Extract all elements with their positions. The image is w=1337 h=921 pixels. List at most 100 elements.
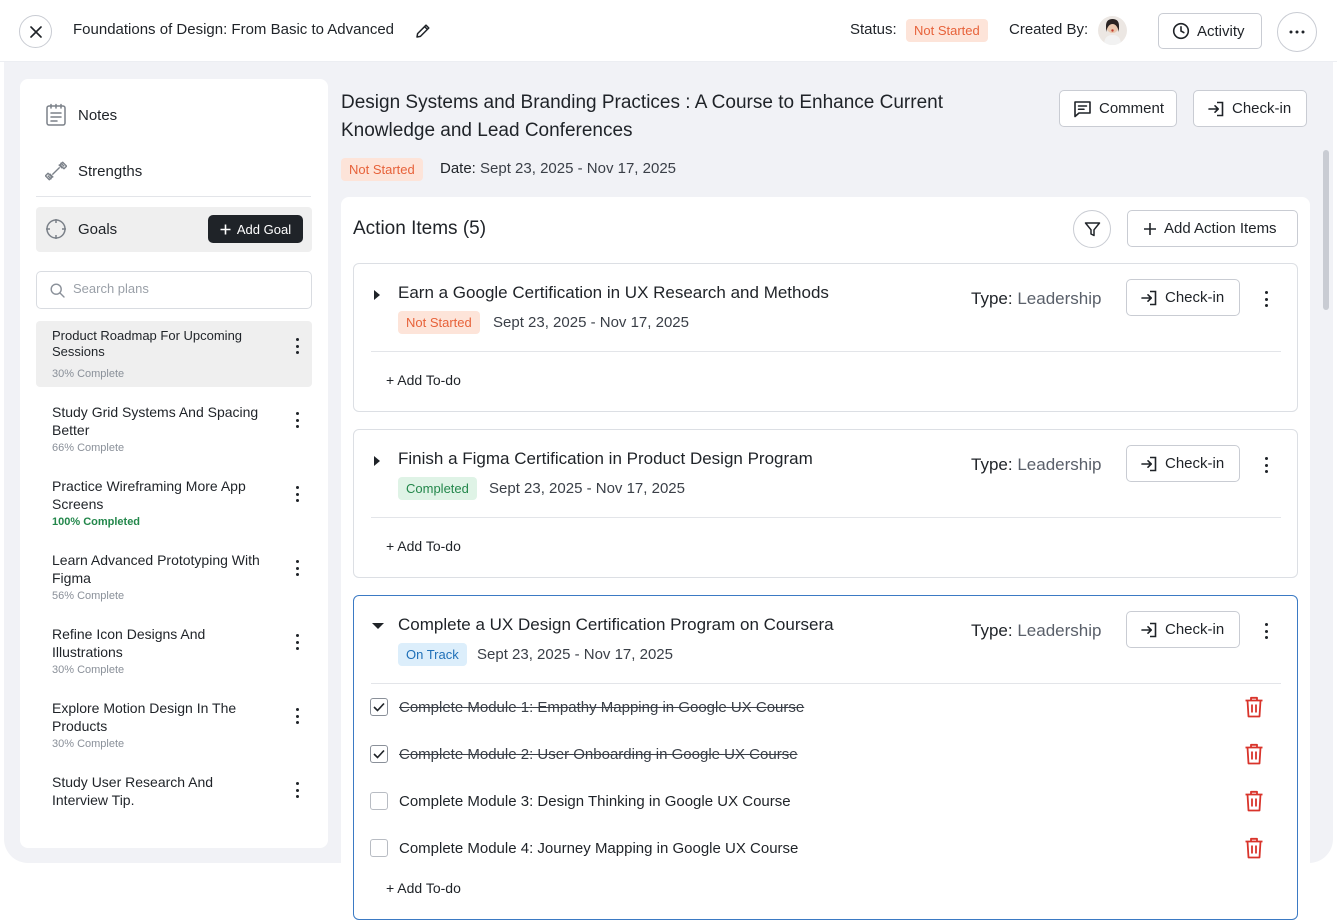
type-label: Type: [971,289,1013,308]
plan-item-title: Refine Icon Designs And Illustrations [52,626,206,660]
trash-icon[interactable] [1244,743,1264,765]
check-in-button[interactable]: Check-in [1126,279,1240,316]
caret-right-icon[interactable] [373,290,381,300]
pencil-icon[interactable] [414,22,432,40]
check-in-icon [1141,456,1157,471]
action-item-card: Earn a Google Certification in UX Resear… [353,263,1298,412]
add-todo-button[interactable]: + Add To-do [386,372,461,388]
action-item-title: Complete a UX Design Certification Progr… [398,615,834,634]
list-item-plan[interactable]: Study User Research And Interview Tip. [36,766,312,816]
check-in-icon [1141,622,1157,637]
sidebar-item-goals[interactable]: Goals Add Goal [36,207,312,252]
todo-checkbox[interactable] [370,745,388,763]
check-in-label: Check-in [1165,289,1225,306]
check-in-icon [1141,290,1157,305]
check-in-button[interactable]: Check-in [1126,611,1240,648]
more-options-button[interactable] [1277,12,1317,52]
caret-down-icon[interactable] [372,622,384,630]
check-in-label: Check-in [1165,455,1225,472]
check-in-button[interactable]: Check-in [1126,445,1240,482]
status-badge: Not Started [341,158,423,181]
plan-item-title: Product Roadmap For Upcoming Sessions [52,328,243,359]
divider [371,517,1281,518]
add-action-items-button[interactable]: Add Action Items [1127,210,1298,247]
kebab-menu-icon[interactable] [1262,623,1270,639]
target-icon [46,219,66,239]
kebab-menu-icon[interactable] [293,634,301,650]
plan-item-title: Learn Advanced Prototyping With Figma [52,552,260,586]
caret-right-icon[interactable] [373,456,381,466]
plan-item-progress: 56% Complete [52,590,125,602]
avatar[interactable] [1098,16,1127,45]
trash-icon[interactable] [1244,837,1264,859]
action-item-type: Type: Leadership [971,621,1101,641]
todo-checkbox[interactable] [370,698,388,716]
plus-icon [220,224,231,234]
list-item-plan[interactable]: Product Roadmap For Upcoming Sessions 30… [36,321,312,387]
todo-text: Complete Module 2: User Onboarding in Go… [399,746,798,763]
plan-title: Foundations of Design: From Basic to Adv… [73,21,395,38]
kebab-menu-icon[interactable] [293,486,301,502]
todo-text: Complete Module 4: Journey Mapping in Go… [399,840,799,857]
status-badge: On Track [398,643,467,666]
todo-checkbox[interactable] [370,792,388,810]
more-horizontal-icon [1289,30,1305,34]
notes-icon [46,103,66,126]
kebab-menu-icon[interactable] [293,338,301,354]
list-item-plan[interactable]: Refine Icon Designs And Illustrations 30… [36,618,312,684]
sidebar-item-notes[interactable]: Notes [45,103,117,127]
add-todo-button[interactable]: + Add To-do [386,880,461,896]
action-item-type: Type: Leadership [971,455,1101,475]
date-value: Sept 23, 2025 - Nov 17, 2025 [480,160,677,177]
plan-item-title: Explore Motion Design In The Products [52,700,237,734]
type-value: Leadership [1017,289,1102,308]
kebab-menu-icon[interactable] [293,560,301,576]
check-in-icon [1208,101,1224,116]
check-in-button[interactable]: Check-in [1193,90,1307,127]
list-item-plan[interactable]: Learn Advanced Prototyping With Figma 56… [36,544,312,610]
type-label: Type: [971,621,1013,640]
scrollbar-thumb[interactable] [1323,150,1329,310]
action-item-card-expanded: Complete a UX Design Certification Progr… [353,595,1298,920]
plan-item-progress: 30% Complete [52,664,125,676]
kebab-menu-icon[interactable] [293,708,301,724]
filter-button[interactable] [1073,210,1111,248]
goals-label: Goals [78,221,118,238]
activity-button[interactable]: Activity [1158,13,1262,49]
dumbbell-icon [45,161,67,181]
sidebar-item-strengths[interactable]: Strengths [45,159,142,183]
action-item-date: Sept 23, 2025 - Nov 17, 2025 [489,480,685,497]
kebab-menu-icon[interactable] [1262,291,1270,307]
kebab-menu-icon[interactable] [293,412,301,428]
status-badge: Completed [398,477,477,500]
todo-checkbox[interactable] [370,839,388,857]
check-in-label: Check-in [1165,621,1225,638]
date-label: Date: [440,160,476,177]
add-action-items-label: Add Action Items [1164,220,1277,237]
clock-icon [1172,22,1190,40]
search-input[interactable] [73,281,303,296]
list-item-plan[interactable]: Explore Motion Design In The Products 30… [36,692,312,758]
todo-text: Complete Module 1: Empathy Mapping in Go… [399,699,805,716]
type-value: Leadership [1017,455,1102,474]
comment-button[interactable]: Comment [1059,90,1177,127]
list-item-plan[interactable]: Study Grid Systems And Spacing Better 66… [36,396,312,462]
filter-icon [1084,221,1100,236]
type-value: Leadership [1017,621,1102,640]
plan-item-title: Study User Research And Interview Tip. [52,774,214,808]
add-todo-button[interactable]: + Add To-do [386,538,461,554]
trash-icon[interactable] [1244,696,1264,718]
sidebar-item-label: Notes [78,106,118,124]
action-item-card: Finish a Figma Certification in Product … [353,429,1298,578]
kebab-menu-icon[interactable] [293,782,301,798]
list-item-plan[interactable]: Practice Wireframing More App Screens 10… [36,470,312,536]
trash-icon[interactable] [1244,790,1264,812]
kebab-menu-icon[interactable] [1262,457,1270,473]
action-item-date: Sept 23, 2025 - Nov 17, 2025 [493,314,689,331]
plan-item-progress: 30% Complete [52,738,125,750]
plan-item-progress: 100% Completed [52,516,141,528]
close-button[interactable] [19,15,52,48]
status-label: Status: [850,21,897,38]
todo-item: Complete Module 1: Empathy Mapping in Go… [370,696,1280,720]
add-goal-button[interactable]: Add Goal [208,215,303,243]
